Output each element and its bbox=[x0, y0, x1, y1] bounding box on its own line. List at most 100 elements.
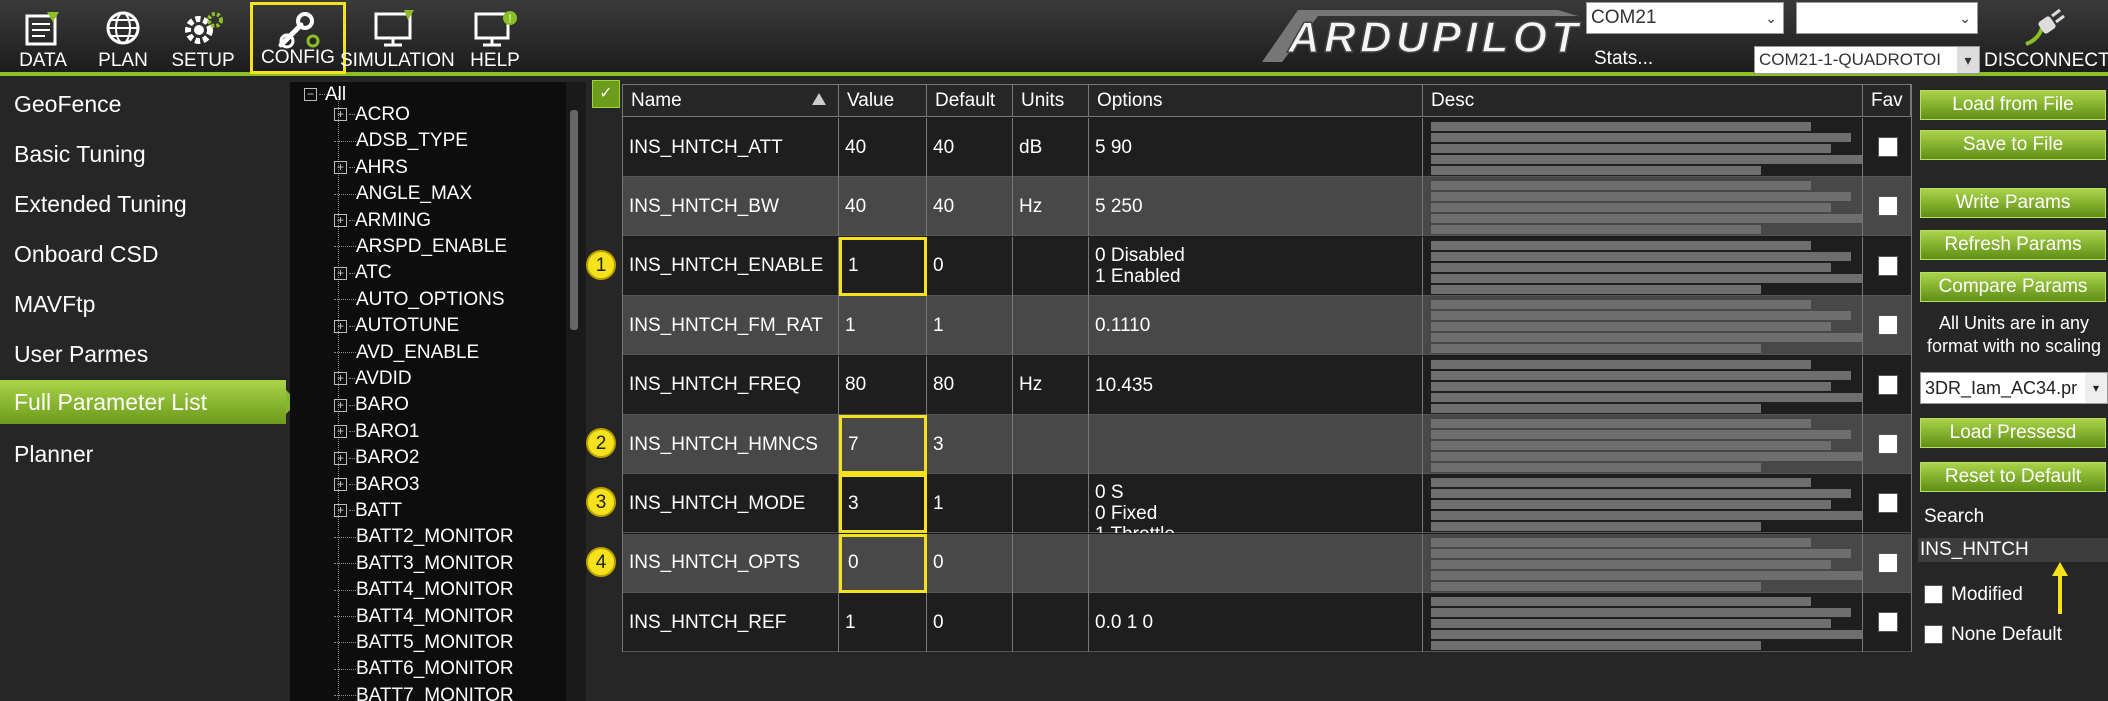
save-to-file-button[interactable]: Save to File bbox=[1920, 130, 2106, 160]
table-row[interactable]: INS_HNTCH_REF 1 0 0.0 1 0 bbox=[623, 593, 1911, 653]
tree-item[interactable]: + AVDID bbox=[334, 366, 412, 392]
tree-item[interactable]: ANGLE_MAX bbox=[334, 181, 472, 207]
column-header-default[interactable]: Default bbox=[927, 85, 1013, 117]
fav-checkbox[interactable] bbox=[1878, 434, 1898, 454]
table-row[interactable]: INS_HNTCH_BW 40 40 Hz 5 250 bbox=[623, 177, 1911, 237]
expand-icon[interactable]: + bbox=[334, 504, 347, 518]
column-header-units[interactable]: Units bbox=[1013, 85, 1089, 117]
tree-item[interactable]: + AHRS bbox=[334, 155, 408, 181]
param-file-select[interactable]: 3DR_Iam_AC34.pr ▾ bbox=[1920, 372, 2108, 404]
column-header-options[interactable]: Options bbox=[1089, 85, 1423, 117]
tree-item[interactable]: + ATC bbox=[334, 260, 392, 286]
cell-value[interactable]: 1 bbox=[839, 236, 927, 296]
search-input[interactable] bbox=[1918, 538, 2108, 562]
tree-item[interactable]: AVD_ENABLE bbox=[334, 340, 479, 366]
column-header-name[interactable]: Name bbox=[623, 85, 839, 117]
menu-item-full-parameter-list[interactable]: Full Parameter List bbox=[0, 380, 298, 424]
nav-plan-button[interactable]: PLAN bbox=[88, 2, 158, 74]
menu-item-user-params[interactable]: User Parmes bbox=[0, 332, 290, 376]
expand-icon[interactable]: + bbox=[334, 478, 347, 492]
cell-value[interactable]: 1 bbox=[839, 593, 927, 653]
tree-item[interactable]: + BATT bbox=[334, 498, 402, 524]
menu-item-onboard-csd[interactable]: Onboard CSD bbox=[0, 232, 290, 276]
tree-item[interactable]: BATT5_MONITOR bbox=[334, 630, 514, 656]
expand-icon[interactable]: + bbox=[334, 108, 347, 122]
tree-item[interactable]: BATT4_MONITOR bbox=[334, 604, 514, 630]
none-default-checkbox[interactable]: None Default bbox=[1924, 624, 2062, 648]
column-header-value[interactable]: Value bbox=[839, 85, 927, 117]
tree-item[interactable]: + BARO3 bbox=[334, 472, 419, 498]
nav-data-button[interactable]: DATA bbox=[8, 2, 78, 74]
cell-value[interactable]: 1 bbox=[839, 296, 927, 356]
checkmark-icon[interactable]: ✓ bbox=[592, 80, 620, 108]
menu-item-mavftp[interactable]: MAVFtp bbox=[0, 282, 290, 326]
expand-icon[interactable]: + bbox=[334, 425, 347, 439]
write-params-button[interactable]: Write Params bbox=[1920, 188, 2106, 218]
table-row[interactable]: INS_HNTCH_ENABLE 1 0 0 Disabled 1 Enabled bbox=[623, 236, 1911, 296]
refresh-params-button[interactable]: Refresh Params bbox=[1920, 230, 2106, 260]
fav-checkbox[interactable] bbox=[1878, 137, 1898, 157]
compare-params-button[interactable]: Compare Params bbox=[1920, 272, 2106, 302]
cell-value[interactable]: 3 bbox=[839, 474, 927, 534]
expand-icon[interactable]: + bbox=[334, 214, 347, 228]
nav-setup-button[interactable]: SETUP bbox=[168, 2, 238, 74]
nav-help-button[interactable]: ! HELP bbox=[460, 2, 530, 74]
table-row[interactable]: INS_HNTCH_OPTS 0 0 bbox=[623, 533, 1911, 593]
column-header-desc[interactable]: Desc bbox=[1423, 85, 1863, 117]
table-row[interactable]: INS_HNTCH_HMNCS 7 3 bbox=[623, 415, 1911, 474]
load-from-file-button[interactable]: Load from File bbox=[1920, 90, 2106, 120]
tree-item[interactable]: BATT6_MONITOR bbox=[334, 656, 514, 682]
expand-icon[interactable]: + bbox=[334, 319, 347, 333]
cell-value[interactable]: 0 bbox=[839, 533, 927, 593]
collapse-icon[interactable]: − bbox=[304, 88, 317, 102]
modified-checkbox[interactable]: Modified bbox=[1924, 584, 2023, 608]
baud-rate-select[interactable]: ⌄ bbox=[1796, 2, 1978, 34]
tree-item[interactable]: BATT4_MONITOR bbox=[334, 577, 514, 603]
expand-icon[interactable]: + bbox=[334, 451, 347, 465]
column-header-fav[interactable]: Fav bbox=[1863, 85, 1911, 117]
fav-checkbox[interactable] bbox=[1878, 552, 1898, 573]
fav-checkbox[interactable] bbox=[1878, 493, 1898, 514]
expand-icon[interactable]: + bbox=[334, 266, 347, 280]
tree-item[interactable]: BATT7_MONITOR bbox=[334, 683, 514, 701]
disconnect-button[interactable]: DISCONNECT bbox=[1984, 4, 2108, 74]
load-presaved-button[interactable]: Load Pressesd bbox=[1920, 418, 2106, 448]
tree-item[interactable]: + BARO2 bbox=[334, 445, 419, 471]
fav-checkbox[interactable] bbox=[1878, 374, 1898, 395]
reset-to-default-button[interactable]: Reset to Default bbox=[1920, 462, 2106, 492]
stats-link[interactable]: Stats... bbox=[1594, 48, 1653, 70]
fav-checkbox[interactable] bbox=[1878, 196, 1898, 217]
table-row[interactable]: INS_HNTCH_ATT 40 40 dB 5 90 bbox=[623, 118, 1911, 177]
menu-item-basic-tuning[interactable]: Basic Tuning bbox=[0, 132, 290, 176]
menu-item-geofence[interactable]: GeoFence bbox=[0, 82, 290, 126]
fav-checkbox[interactable] bbox=[1878, 315, 1898, 336]
tree-item[interactable]: + AUTOTUNE bbox=[334, 313, 459, 339]
tree-item[interactable]: ADSB_TYPE bbox=[334, 128, 468, 154]
cell-value[interactable]: 80 bbox=[839, 355, 927, 415]
tree-item[interactable]: + BARO bbox=[334, 392, 409, 418]
tree-scrollbar-thumb[interactable] bbox=[570, 110, 578, 330]
nav-config-button[interactable]: CONFIG bbox=[250, 2, 346, 74]
table-row[interactable]: INS_HNTCH_MODE31 0 S0 Fixed1 Throttle bbox=[623, 474, 1911, 534]
tree-item[interactable]: BATT3_MONITOR bbox=[334, 551, 514, 577]
tree-item[interactable]: ARSPD_ENABLE bbox=[334, 234, 507, 260]
tree-item[interactable]: AUTO_OPTIONS bbox=[334, 287, 505, 313]
menu-item-extended-tuning[interactable]: Extended Tuning bbox=[0, 182, 290, 226]
connection-profile-select[interactable]: COM21-1-QUADROTOI ▾ bbox=[1754, 46, 1980, 74]
nav-simulation-button[interactable]: SIMULATION bbox=[340, 2, 455, 74]
menu-item-planner[interactable]: Planner bbox=[0, 432, 290, 476]
com-port-select[interactable]: COM21 ⌄ bbox=[1586, 2, 1784, 34]
table-row[interactable]: INS_HNTCH_FREQ 80 80 Hz 10.435 bbox=[623, 355, 1911, 415]
tree-item[interactable]: + ARMING bbox=[334, 208, 431, 234]
expand-icon[interactable]: + bbox=[334, 161, 347, 175]
tree-item[interactable]: + ACRO bbox=[334, 102, 410, 128]
table-row[interactable]: INS_HNTCH_FM_RAT 1 1 0.1110 bbox=[623, 296, 1911, 356]
tree-item[interactable]: + BARO1 bbox=[334, 419, 419, 445]
fav-checkbox[interactable] bbox=[1878, 612, 1898, 633]
cell-value[interactable]: 7 bbox=[839, 415, 927, 474]
cell-value[interactable]: 40 bbox=[839, 118, 927, 177]
fav-checkbox[interactable] bbox=[1878, 255, 1898, 276]
tree-item[interactable]: BATT2_MONITOR bbox=[334, 524, 514, 550]
cell-value[interactable]: 40 bbox=[839, 177, 927, 237]
expand-icon[interactable]: + bbox=[334, 372, 347, 386]
